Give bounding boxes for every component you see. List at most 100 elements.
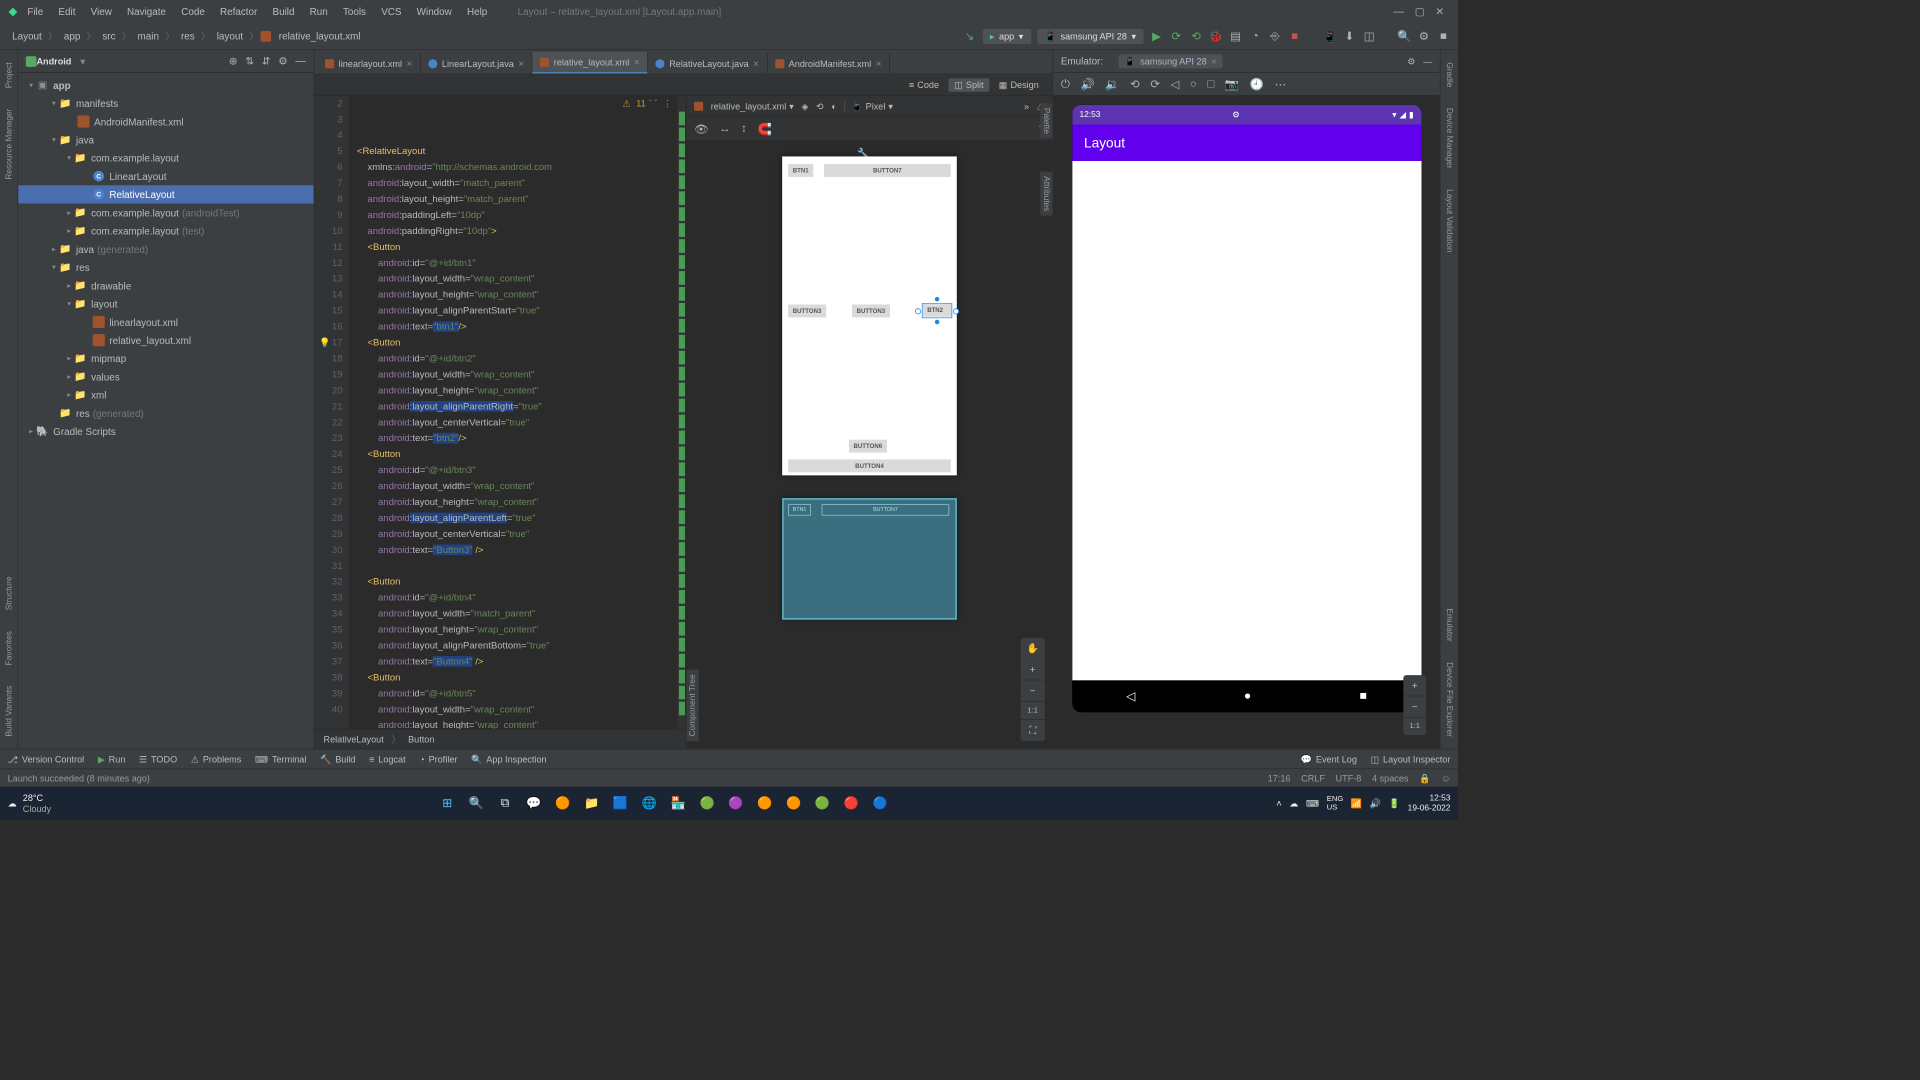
tab-androidmanifest-xml[interactable]: AndroidManifest.xml× [767,53,889,74]
menu-vcs[interactable]: VCS [374,3,409,20]
tray-language[interactable]: ENGUS [1327,795,1343,812]
crumb-1[interactable]: app [59,29,85,43]
resource-manager-button[interactable]: ◫ [1362,29,1376,43]
code-editor[interactable]: 234567891011121314151617💡181920212223242… [314,96,686,749]
emu-overview-icon[interactable]: □ [1207,77,1214,90]
selection-handle[interactable] [934,296,940,302]
win-maximize[interactable]: ▢ [1415,5,1425,18]
btab-app-inspection[interactable]: 🔍 App Inspection [471,754,546,765]
menu-file[interactable]: File [20,3,51,20]
error-stripe[interactable] [677,96,686,729]
orientation-icon[interactable]: ⟲ [816,101,824,112]
emu-snapshot-icon[interactable]: 🕘 [1250,77,1264,91]
taskbar-app[interactable]: 🟢 [696,793,717,814]
device-preview-blueprint[interactable]: BTN1 BUTTON7 [782,498,957,619]
tree-linearlayout-class[interactable]: CLinearLayout [18,167,313,185]
debug-button[interactable]: 🐞 [1209,29,1223,43]
menu-navigate[interactable]: Navigate [119,3,173,20]
right-tab-device-file-explorer[interactable]: Device File Explorer [1443,657,1455,741]
crumb-5[interactable]: layout [212,29,247,43]
editor-breadcrumb[interactable]: RelativeLayout〉Button [314,729,685,749]
component-tree-tab[interactable]: Component Tree [686,670,698,741]
crumb-4[interactable]: res [176,29,199,43]
btab-run[interactable]: ▶ Run [98,754,126,765]
menu-build[interactable]: Build [265,3,302,20]
sdk-manager-button[interactable]: ⬇ [1343,29,1357,43]
taskbar-app[interactable]: 🟠 [754,793,775,814]
hide-panel-icon[interactable]: — [295,55,306,68]
taskbar-app[interactable]: 🌐 [639,793,660,814]
menu-view[interactable]: View [83,3,119,20]
emu-rotate-left-icon[interactable]: ⟲ [1130,77,1140,91]
crumb-2[interactable]: src [98,29,120,43]
tree-layout-dir[interactable]: ▾📁layout [18,295,313,313]
preview-btn7[interactable]: BUTTON7 [824,164,951,177]
tray-clock[interactable]: 12:5319-06-2022 [1408,793,1451,813]
tree-res[interactable]: ▾📁res [18,258,313,276]
device-preview-selector[interactable]: 📱 Pixel ▾ [844,101,893,112]
profile-button[interactable]: ◔ [1248,29,1262,43]
tray-expand-icon[interactable]: ˄ [1276,798,1281,809]
tree-mipmap[interactable]: ▸📁mipmap [18,349,313,367]
tree-relative-layout-xml[interactable]: relative_layout.xml [18,331,313,349]
menu-window[interactable]: Window [409,3,459,20]
start-button[interactable]: ⊞ [437,793,458,814]
taskbar-app[interactable]: 🟠 [552,793,573,814]
tree-app[interactable]: ▾▣app [18,76,313,94]
crumb-3[interactable]: main [133,29,164,43]
taskbar-search[interactable]: 🔍 [466,793,487,814]
device-preview-light[interactable]: BTN1 BUTTON7 BUTTON3 BUTTON3 BTN2 [782,156,957,475]
crumb-0[interactable]: Layout [8,29,47,43]
btab-build[interactable]: 🔨 Build [320,754,355,765]
close-tab-icon[interactable]: × [518,58,524,69]
inspection-summary[interactable]: ⚠ 11 ˆ ˇ ⋮ [623,96,673,112]
emu-back-icon[interactable]: ◁ [1171,77,1180,91]
tree-manifests[interactable]: ▾📁manifests [18,94,313,112]
tree-pkg-main[interactable]: ▾📁com.example.layout [18,149,313,167]
code-content[interactable]: ⚠ 11 ˆ ˇ ⋮ <RelativeLayout xmlns:android… [349,96,676,729]
tree-java[interactable]: ▾📁java [18,131,313,149]
status-inspections-icon[interactable]: ☺ [1441,773,1450,784]
magnet-icon[interactable]: 🧲 [758,122,772,136]
left-tab-resource-manager[interactable]: Resource Manager [3,104,15,184]
left-tab-build-variants[interactable]: Build Variants [3,681,15,741]
emu-home-icon[interactable]: ○ [1190,77,1197,90]
tree-values[interactable]: ▸📁values [18,368,313,386]
more-options-icon[interactable]: » [1024,101,1029,112]
nav-overview-icon[interactable]: ■ [1360,690,1367,704]
nav-home-icon[interactable]: ● [1244,690,1251,704]
selection-handle[interactable] [934,319,940,325]
selection-handle[interactable] [953,308,959,314]
sync-gradle-icon[interactable]: ↘ [963,29,977,43]
preview-btn3b[interactable]: BUTTON3 [852,305,890,318]
btab-logcat[interactable]: ≡ Logcat [369,754,405,765]
project-settings-icon[interactable]: ⚙ [278,55,288,68]
emu-volume-down-icon[interactable]: 🔉 [1105,77,1119,91]
btab-problems[interactable]: ⚠ Problems [191,754,241,765]
right-tab-gradle[interactable]: Gradle [1443,58,1455,92]
taskbar-app[interactable]: 🟣 [725,793,746,814]
status-readonly-icon[interactable]: 🔒 [1419,773,1430,784]
tab-relative-layout-xml[interactable]: relative_layout.xml× [533,52,648,74]
design-file-selector[interactable]: relative_layout.xml ▾ [711,101,794,112]
right-tab-device-manager[interactable]: Device Manager [1443,103,1455,173]
zoom-in-icon[interactable]: + [1020,659,1044,680]
btab-vcs[interactable]: ⎇ Version Control [8,754,85,765]
preview-btn6[interactable]: BUTTON6 [849,440,887,453]
attributes-tab[interactable]: Attributes [1040,172,1052,216]
avd-manager-button[interactable]: 📱 [1323,29,1337,43]
btab-profiler[interactable]: ◔ Profiler [419,754,457,765]
preview-btn3a[interactable]: BUTTON3 [788,305,826,318]
zoom-out-icon[interactable]: − [1020,680,1044,701]
bp-btn1[interactable]: BTN1 [788,504,811,515]
tree-pkg-androidtest[interactable]: ▸📁com.example.layout(androidTest) [18,204,313,222]
tray-onedrive-icon[interactable]: ☁ [1289,798,1298,809]
status-indent[interactable]: 4 spaces [1372,773,1408,784]
select-opened-file-icon[interactable]: ⊕ [229,55,238,68]
emu-volume-up-icon[interactable]: 🔊 [1080,77,1094,91]
taskbar-app[interactable]: 🏪 [668,793,689,814]
left-tab-favorites[interactable]: Favorites [3,626,15,669]
taskbar-app[interactable]: 🔴 [841,793,862,814]
tray-volume-icon[interactable]: 🔊 [1370,798,1381,809]
right-tab-emulator[interactable]: Emulator [1443,603,1455,646]
